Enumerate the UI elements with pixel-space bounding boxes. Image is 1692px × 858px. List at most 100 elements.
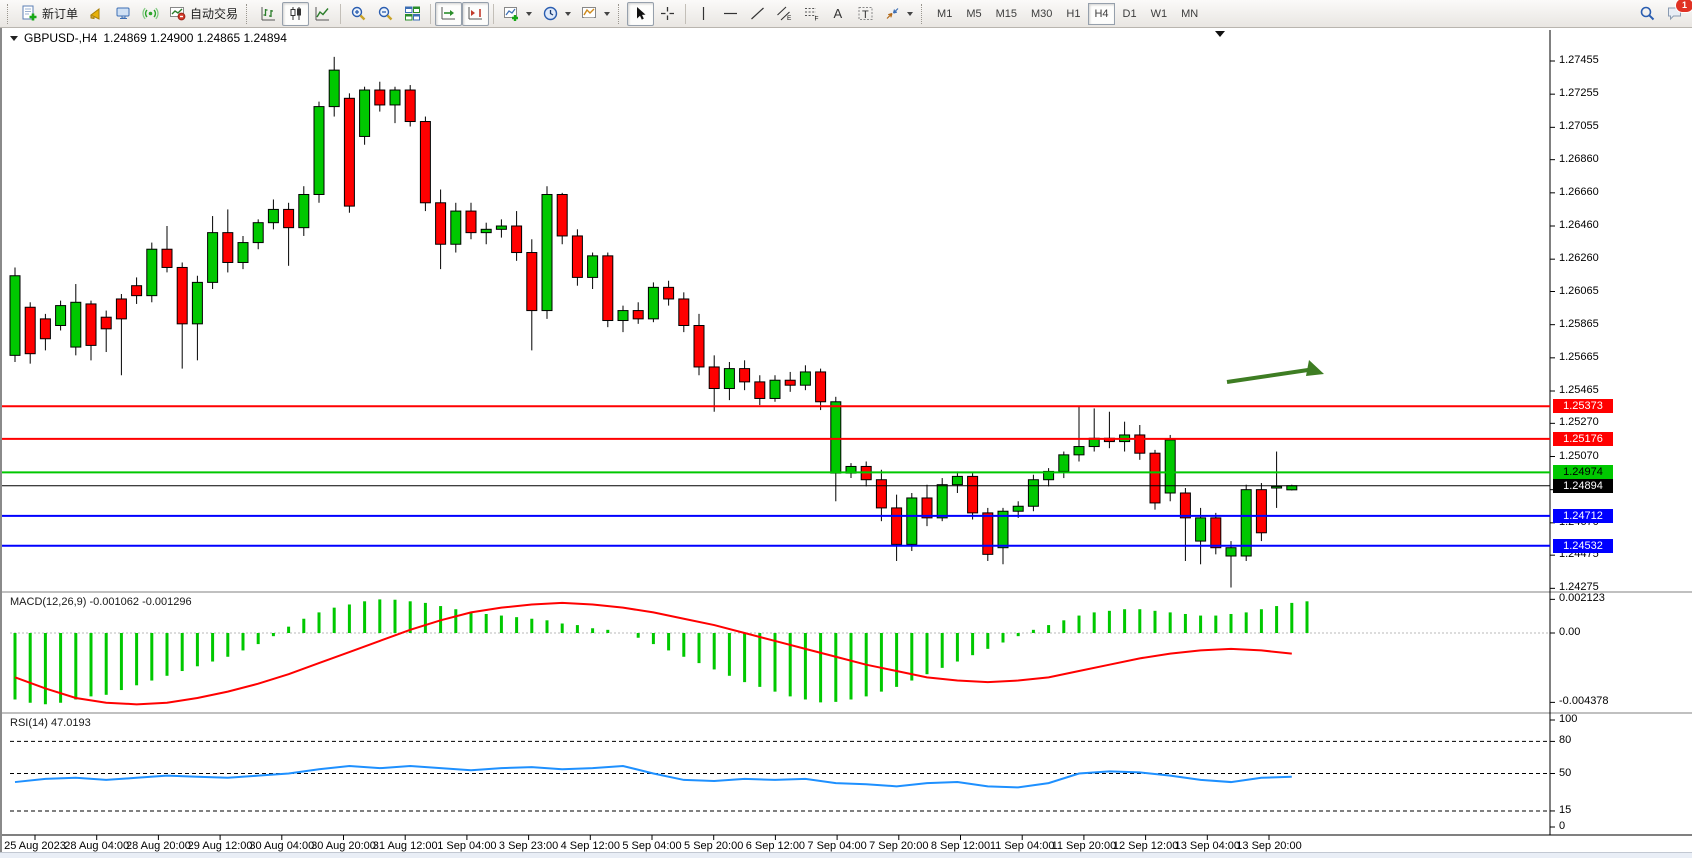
timeframe-button-D1[interactable]: D1 [1117,3,1143,25]
auto-scroll-button[interactable] [435,2,462,26]
candle-body [344,98,354,206]
tile-windows-button[interactable] [399,2,426,26]
candle-body [648,287,658,319]
toolbar-grip[interactable] [7,4,13,24]
candle-body [132,286,142,296]
mt4-application: 新订单 [0,0,1692,858]
candle-body [907,498,917,544]
candle-body [1074,447,1084,455]
toolbar-grip[interactable] [246,4,252,24]
timeframe-button-M5[interactable]: M5 [960,3,987,25]
candle-body [512,226,522,253]
timeframe-button-W1[interactable]: W1 [1145,3,1174,25]
bar-chart-mode-button[interactable] [255,2,282,26]
chart-symbol-period: GBPUSD-,H4 [24,31,97,45]
arrows-tool-button[interactable] [879,2,918,26]
notification-badge: 1 [1675,0,1692,13]
templates-button[interactable] [576,2,615,26]
candle-body [557,194,567,235]
candlestick-mode-button[interactable] [282,2,309,26]
cursor-tool-button[interactable] [627,2,654,26]
timeframe-button-M30[interactable]: M30 [1025,3,1058,25]
candle-body [192,282,202,323]
candle-body [755,382,765,399]
text-label-tool-button[interactable]: T [852,2,879,26]
arrow-annotation-head[interactable] [1306,360,1324,376]
candle-body [1180,493,1190,518]
new-order-button[interactable]: 新订单 [16,2,83,26]
candle-body [208,233,218,283]
announcement-button[interactable] [83,2,110,26]
auto-trading-icon [169,5,186,22]
scroll-to-end-icon[interactable] [1215,31,1225,37]
periods-button[interactable] [537,2,576,26]
candle-body [588,256,598,278]
trendline-tool-button[interactable] [744,2,771,26]
toolbar-grip[interactable] [618,4,624,24]
toolbar-grip[interactable] [921,4,927,24]
auto-trading-button[interactable]: 自动交易 [164,2,243,26]
candle-body [937,485,947,518]
candle-body [633,311,643,319]
chevron-down-icon [907,12,913,16]
crosshair-tool-button[interactable] [654,2,681,26]
candle-body [162,249,172,267]
candle-body [1272,486,1282,488]
candle-body [177,267,187,323]
text-icon: A [830,5,847,22]
channel-tool-button[interactable]: E [771,2,798,26]
search-button[interactable] [1634,2,1661,26]
candle-body [496,226,506,229]
svg-text:F: F [815,16,819,23]
candle-body [375,90,385,105]
candle-body [740,369,750,382]
candle-body [10,276,20,356]
zoom-out-icon [377,5,394,22]
timeframe-button-H1[interactable]: H1 [1060,3,1086,25]
market-watch-button[interactable] [110,2,137,26]
zoom-in-button[interactable] [345,2,372,26]
line-chart-mode-button[interactable] [309,2,336,26]
zoom-out-button[interactable] [372,2,399,26]
candle-body [679,299,689,326]
collapse-icon[interactable] [10,36,18,41]
chart-canvas[interactable] [2,28,1692,852]
arrow-annotation[interactable] [1227,370,1308,382]
text-label-icon: T [857,5,874,22]
auto-scroll-icon [440,5,457,22]
zoom-in-icon [350,5,367,22]
macd-signal-line [15,603,1292,704]
candle-body [481,229,491,232]
candle-body [1196,518,1206,541]
timeframe-button-MN[interactable]: MN [1175,3,1204,25]
timeframe-button-M1[interactable]: M1 [931,3,958,25]
fibonacci-tool-button[interactable]: F [798,2,825,26]
chart-shift-button[interactable] [462,2,489,26]
toolbar-separator [493,4,494,24]
signal-icon [142,5,159,22]
clock-icon [542,5,559,22]
text-tool-button[interactable]: A [825,2,852,26]
candle-body [572,236,582,277]
candle-body [1165,440,1175,493]
candle-body [618,311,628,321]
timeframe-button-M15[interactable]: M15 [990,3,1023,25]
candle-body [1059,455,1069,472]
toolbar: 新订单 [0,0,1692,28]
candle-body [770,380,780,398]
candle-body [405,90,415,122]
line-chart-icon [314,5,331,22]
candle-body [466,211,476,233]
vertical-line-tool-button[interactable] [690,2,717,26]
indicators-button[interactable] [498,2,537,26]
auto-trading-label: 自动交易 [190,5,238,22]
template-icon [581,5,598,22]
horizontal-line-tool-button[interactable] [717,2,744,26]
signals-button[interactable] [137,2,164,26]
new-order-icon [21,5,38,22]
candle-body [40,319,50,339]
timeframe-button-H4[interactable]: H4 [1088,3,1114,25]
search-icon [1639,5,1656,22]
candle-body [876,480,886,508]
candle-body [86,304,96,345]
